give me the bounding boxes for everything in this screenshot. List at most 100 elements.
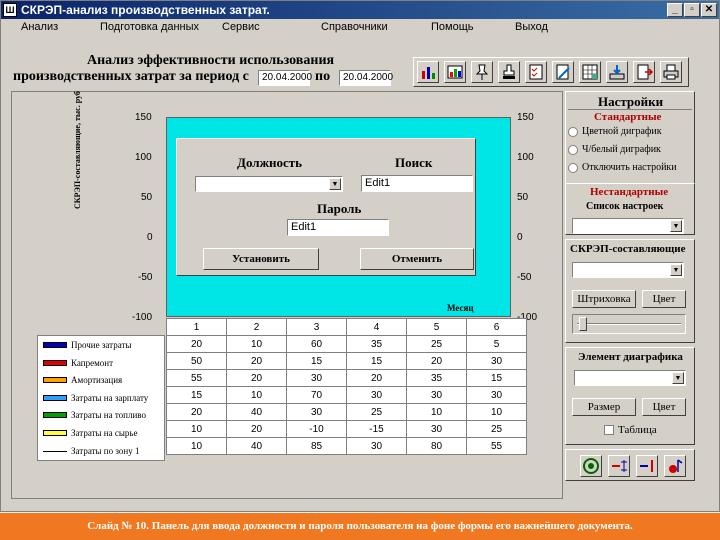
checklist-icon[interactable]	[525, 61, 547, 83]
print-icon[interactable]	[660, 61, 682, 83]
table-icon[interactable]	[579, 61, 601, 83]
menu-help[interactable]: Помощь	[431, 21, 474, 33]
target-icon[interactable]	[580, 455, 602, 477]
radio-bw-chart[interactable]: Ч/белый диграфик	[568, 144, 661, 155]
table-cell[interactable]: 55	[166, 369, 227, 387]
table-row: 20 10 60 35 25 5	[166, 335, 527, 353]
chart-color-icon[interactable]	[444, 61, 466, 83]
table-cell[interactable]: 55	[466, 437, 527, 455]
export-icon[interactable]	[606, 61, 628, 83]
slider-track[interactable]	[572, 314, 686, 334]
pin-icon[interactable]	[471, 61, 493, 83]
table-cell[interactable]: 30	[286, 369, 347, 387]
table-cell[interactable]: 30	[346, 437, 407, 455]
table-cell[interactable]: 30	[346, 386, 407, 404]
menu-service[interactable]: Сервис	[222, 21, 260, 33]
import-icon[interactable]	[633, 61, 655, 83]
table-cell[interactable]: 25	[466, 420, 527, 438]
table-cell[interactable]: 30	[466, 352, 527, 370]
table-cell[interactable]: 10	[226, 386, 287, 404]
menu-data-prep[interactable]: Подготовка данных	[100, 21, 199, 33]
date-to-input[interactable]: 20.04.2000	[339, 70, 393, 86]
hatch-button[interactable]: Штриховка	[572, 290, 636, 308]
element-select[interactable]: ▼	[574, 370, 686, 386]
table-cell[interactable]: 20	[346, 369, 407, 387]
date-from-input[interactable]: 20.04.2000	[258, 70, 312, 86]
table-cell[interactable]: 10	[466, 403, 527, 421]
table-cell[interactable]: 85	[286, 437, 347, 455]
table-cell[interactable]: 50	[166, 352, 227, 370]
menu-analysis[interactable]: Анализ	[21, 21, 58, 33]
table-cell[interactable]: 15	[346, 352, 407, 370]
menu-references[interactable]: Справочники	[321, 21, 388, 33]
slider-handle[interactable]	[579, 317, 587, 331]
chevron-down-icon[interactable]: ▼	[329, 178, 341, 190]
table-cell[interactable]: -15	[346, 420, 407, 438]
table-cell[interactable]: 10	[166, 437, 227, 455]
table-cell[interactable]: 5	[466, 335, 527, 353]
table-cell[interactable]: 60	[286, 335, 347, 353]
size-button[interactable]: Размер	[572, 398, 636, 416]
radio-button[interactable]	[568, 162, 578, 173]
maximize-button[interactable]: ▫	[684, 3, 700, 17]
table-cell[interactable]: 15	[166, 386, 227, 404]
remove-row-icon[interactable]	[636, 455, 658, 477]
close-button[interactable]: ✕	[701, 3, 717, 17]
table-cell[interactable]: 10	[406, 403, 467, 421]
add-row-icon[interactable]	[608, 455, 630, 477]
minimize-button[interactable]: _	[667, 3, 683, 17]
app-icon[interactable]: Ш	[3, 3, 17, 17]
color-button-2[interactable]: Цвет	[642, 398, 686, 416]
table-cell[interactable]: 30	[406, 420, 467, 438]
table-cell[interactable]: 25	[346, 403, 407, 421]
table-cell[interactable]: 20	[226, 369, 287, 387]
table-cell[interactable]: 40	[226, 403, 287, 421]
chevron-down-icon[interactable]: ▼	[672, 372, 684, 384]
ytick-left-50: 50	[141, 192, 153, 203]
position-select[interactable]: ▼	[195, 176, 343, 192]
legend-swatch	[43, 450, 67, 457]
edit-doc-icon[interactable]	[552, 61, 574, 83]
table-cell[interactable]: 20	[166, 335, 227, 353]
stamp-icon[interactable]	[498, 61, 520, 83]
table-checkbox[interactable]: Таблица	[604, 424, 657, 436]
ytick-left-m100: -100	[132, 312, 153, 323]
table-cell[interactable]: 10	[226, 335, 287, 353]
table-cell[interactable]: 40	[226, 437, 287, 455]
chart-bar-icon[interactable]	[417, 61, 439, 83]
radio-button[interactable]	[568, 144, 578, 155]
table-cell[interactable]: 20	[226, 420, 287, 438]
table-cell[interactable]: 30	[286, 403, 347, 421]
table-cell[interactable]: 20	[406, 352, 467, 370]
app-window: Ш СКРЭП-анализ производственных затрат. …	[0, 0, 720, 512]
insert-icon[interactable]	[664, 455, 686, 477]
table-cell[interactable]: 15	[286, 352, 347, 370]
table-cell[interactable]: 35	[346, 335, 407, 353]
cancel-button[interactable]: Отменить	[360, 248, 474, 270]
components-select[interactable]: ▼	[572, 262, 684, 278]
table-cell[interactable]: 30	[466, 386, 527, 404]
chevron-down-icon[interactable]: ▼	[670, 220, 682, 232]
table-cell[interactable]: 25	[406, 335, 467, 353]
set-button[interactable]: Установить	[203, 248, 319, 270]
settings-list-select[interactable]: ▼	[572, 218, 684, 234]
table-cell[interactable]: 20	[226, 352, 287, 370]
password-input[interactable]: Edit1	[287, 219, 389, 236]
menu-exit[interactable]: Выход	[515, 21, 548, 33]
table-cell[interactable]: 20	[166, 403, 227, 421]
radio-disable-settings[interactable]: Отключить настройки	[568, 162, 677, 173]
color-button[interactable]: Цвет	[642, 290, 686, 308]
table-cell[interactable]: 30	[406, 386, 467, 404]
chevron-down-icon[interactable]: ▼	[670, 264, 682, 276]
table-cell[interactable]: -10	[286, 420, 347, 438]
table-cell[interactable]: 35	[406, 369, 467, 387]
search-input[interactable]: Edit1	[361, 175, 473, 192]
legend-swatch	[43, 394, 67, 401]
radio-color-chart[interactable]: Цветной диграфик	[568, 126, 662, 137]
checkbox-box[interactable]	[604, 425, 614, 436]
table-cell[interactable]: 15	[466, 369, 527, 387]
radio-button[interactable]	[568, 126, 578, 137]
table-cell[interactable]: 70	[286, 386, 347, 404]
table-cell[interactable]: 10	[166, 420, 227, 438]
table-cell[interactable]: 80	[406, 437, 467, 455]
